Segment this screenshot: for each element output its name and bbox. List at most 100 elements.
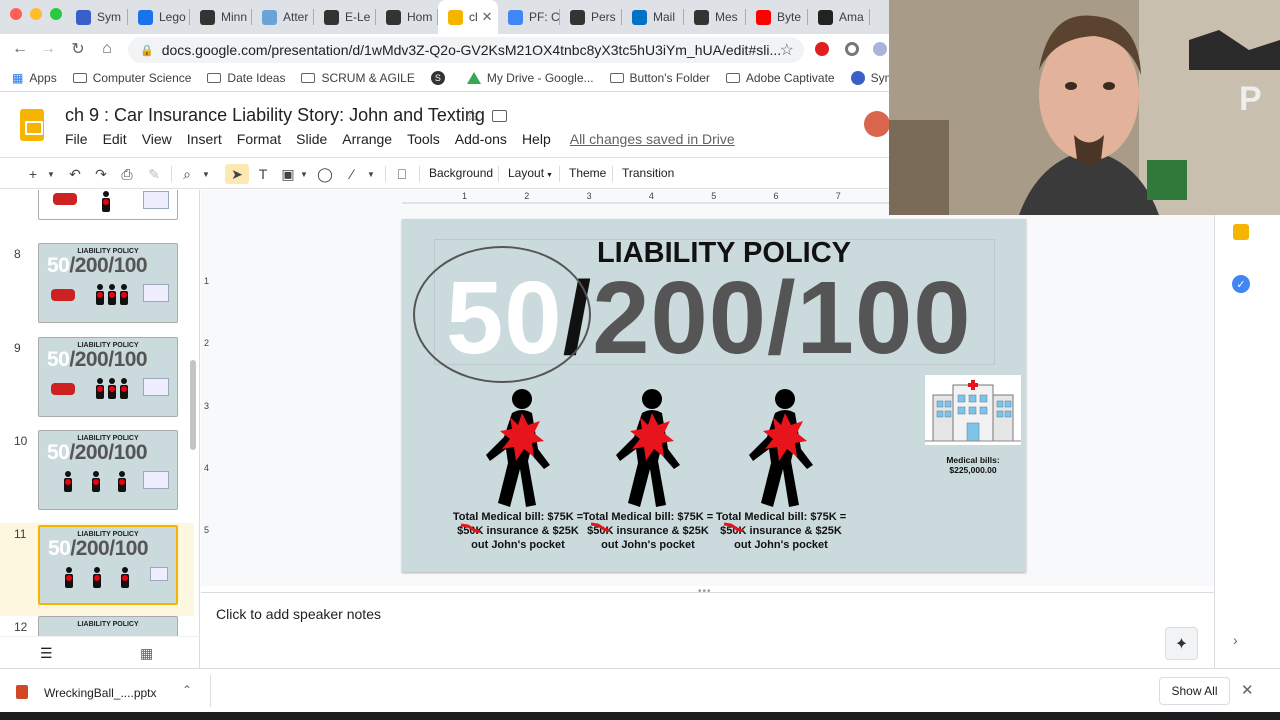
bookmark-date-ideas[interactable]: Date Ideas <box>207 71 285 85</box>
browser-tab[interactable]: Minn <box>190 0 252 34</box>
grid-view-icon[interactable]: ▦ <box>140 645 153 662</box>
bookmark-scrum-agile[interactable]: SCRUM & AGILE <box>301 71 415 85</box>
chevron-up-icon[interactable]: ⌃ <box>182 683 192 697</box>
menu-help[interactable]: Help <box>522 131 551 147</box>
vertical-ruler[interactable]: 1 2 3 4 5 <box>201 218 213 573</box>
reload-icon[interactable]: ↻ <box>68 39 88 59</box>
show-all-button[interactable]: Show All <box>1159 677 1230 705</box>
close-icon[interactable]: ✕ <box>1241 681 1254 699</box>
hospital-bill-caption[interactable]: Medical bills: $225,000.00 <box>928 455 1018 475</box>
tasks-icon[interactable]: ✓ <box>1232 275 1250 293</box>
browser-tab[interactable]: Lego <box>128 0 190 34</box>
line-dropdown-icon[interactable]: ▼ <box>365 164 377 184</box>
minimize-window-button[interactable] <box>30 8 42 20</box>
menu-slide[interactable]: Slide <box>296 131 327 147</box>
bookmark-buttons-folder[interactable]: Button's Folder <box>609 71 710 85</box>
menu-add-ons[interactable]: Add-ons <box>455 131 507 147</box>
highlight-circle[interactable] <box>413 246 591 383</box>
print-icon[interactable]: ⎙ <box>118 164 136 184</box>
browser-tab[interactable]: cl ✕ <box>438 0 498 34</box>
keep-icon[interactable] <box>1233 224 1249 240</box>
line-icon[interactable]: ∕ <box>343 164 361 184</box>
slide-thumbnail-12[interactable]: 12 LIABILITY POLICY <box>0 616 194 636</box>
speaker-notes[interactable]: Click to add speaker notes <box>201 592 1214 668</box>
menu-file[interactable]: File <box>65 131 88 147</box>
browser-tab[interactable]: Mes <box>684 0 746 34</box>
shape-icon[interactable]: ◯ <box>316 164 334 184</box>
filmstrip-scrollbar[interactable] <box>190 360 196 450</box>
browser-tab[interactable]: Byte <box>746 0 808 34</box>
browser-tab[interactable]: Sym <box>66 0 128 34</box>
slide-thumbnail-8[interactable]: 8 LIABILITY POLICY 50/200/100 <box>0 243 194 336</box>
add-comment-icon[interactable]: ⎕ <box>393 164 411 184</box>
star-icon[interactable]: ☆ <box>465 106 480 126</box>
background-button[interactable]: Background <box>429 166 493 180</box>
slide-thumbnail-10[interactable]: 10 LIABILITY POLICY 50/200/100 <box>0 430 194 523</box>
list-view-icon[interactable]: ☰ <box>40 645 53 662</box>
extension-stop-icon[interactable] <box>815 42 829 56</box>
browser-tab[interactable]: Mail <box>622 0 684 34</box>
browser-tab[interactable]: Pers <box>560 0 622 34</box>
bookmark-apps[interactable]: ▦ Apps <box>12 71 57 85</box>
theme-button[interactable]: Theme <box>569 166 606 180</box>
bookmark-adobe-captivate[interactable]: Adobe Captivate <box>725 71 835 85</box>
transition-button[interactable]: Transition <box>622 166 674 180</box>
forward-arrow-icon[interactable]: → <box>38 39 58 59</box>
move-folder-icon[interactable] <box>492 110 507 122</box>
tab-close-icon[interactable]: ✕ <box>482 9 493 25</box>
browser-tab[interactable]: PF: C <box>498 0 560 34</box>
slide-thumbnail-7[interactable] <box>0 190 194 233</box>
current-slide[interactable]: LIABILITY POLICY 50/200/100 Total Medica… <box>402 219 1026 572</box>
bookmark-my-drive[interactable]: My Drive - Google... <box>466 71 594 85</box>
back-arrow-icon[interactable]: ← <box>10 39 30 59</box>
extension-circle-icon[interactable] <box>845 42 859 56</box>
text-box-icon[interactable]: T <box>253 164 273 184</box>
bookmark-computer-science[interactable]: Computer Science <box>72 71 191 85</box>
image-dropdown-icon[interactable]: ▼ <box>298 164 310 184</box>
slide-number: 10 <box>14 434 28 448</box>
maximize-window-button[interactable] <box>50 8 62 20</box>
injured-person-2[interactable] <box>606 387 696 512</box>
speaker-notes-placeholder[interactable]: Click to add speaker notes <box>216 606 381 622</box>
avatar[interactable] <box>864 111 890 137</box>
browser-tab[interactable]: Ama <box>808 0 870 34</box>
new-slide-dropdown-icon[interactable]: ▼ <box>45 164 57 184</box>
slide-thumbnail-11[interactable]: 11 LIABILITY POLICY 50/200/100 <box>0 523 194 616</box>
document-title[interactable]: ch 9 : Car Insurance Liability Story: Jo… <box>65 105 485 126</box>
save-status-link[interactable]: All changes saved in Drive <box>570 131 735 147</box>
chevron-right-icon[interactable]: › <box>1233 632 1238 648</box>
slides-logo-icon[interactable] <box>20 109 44 141</box>
injured-person-1[interactable] <box>476 387 566 512</box>
menu-arrange[interactable]: Arrange <box>342 131 392 147</box>
bookmark-star-icon[interactable]: ☆ <box>780 40 794 60</box>
address-bar[interactable]: 🔒 docs.google.com/presentation/d/1wMdv3Z… <box>128 37 804 63</box>
close-window-button[interactable] <box>10 8 22 20</box>
hospital-image[interactable] <box>925 375 1021 445</box>
menu-tools[interactable]: Tools <box>407 131 440 147</box>
undo-icon[interactable]: ↶ <box>66 164 84 184</box>
browser-tab[interactable]: Atter <box>252 0 314 34</box>
image-icon[interactable]: ▣ <box>279 164 297 184</box>
new-slide-plus-icon[interactable]: + <box>24 164 42 184</box>
redo-icon[interactable]: ↷ <box>92 164 110 184</box>
home-icon[interactable]: ⌂ <box>97 39 117 59</box>
download-filename[interactable]: WreckingBall_....pptx <box>44 686 157 700</box>
browser-tab[interactable]: E-Le <box>314 0 376 34</box>
zoom-dropdown-icon[interactable]: ▼ <box>200 164 212 184</box>
menu-format[interactable]: Format <box>237 131 281 147</box>
slide-thumbnail-9[interactable]: 9 LIABILITY POLICY 50/200/100 <box>0 337 194 430</box>
slide-filmstrip[interactable]: 8 LIABILITY POLICY 50/200/100 9 LIABILIT… <box>0 190 200 636</box>
zoom-icon[interactable]: ⌕ <box>178 164 196 184</box>
extension-icon[interactable] <box>873 42 887 56</box>
bookmark-schoology[interactable]: S <box>430 70 451 85</box>
menu-insert[interactable]: Insert <box>187 131 222 147</box>
select-cursor-icon[interactable]: ➤ <box>225 164 249 184</box>
explore-button[interactable]: ✦ <box>1165 627 1198 660</box>
attendance-icon <box>262 9 277 25</box>
paint-format-icon[interactable]: ✎ <box>145 164 163 184</box>
injured-person-3[interactable] <box>739 387 829 512</box>
menu-edit[interactable]: Edit <box>103 131 127 147</box>
browser-tab[interactable]: Hom <box>376 0 438 34</box>
menu-view[interactable]: View <box>142 131 172 147</box>
layout-button[interactable]: Layout ▼ <box>508 166 553 180</box>
